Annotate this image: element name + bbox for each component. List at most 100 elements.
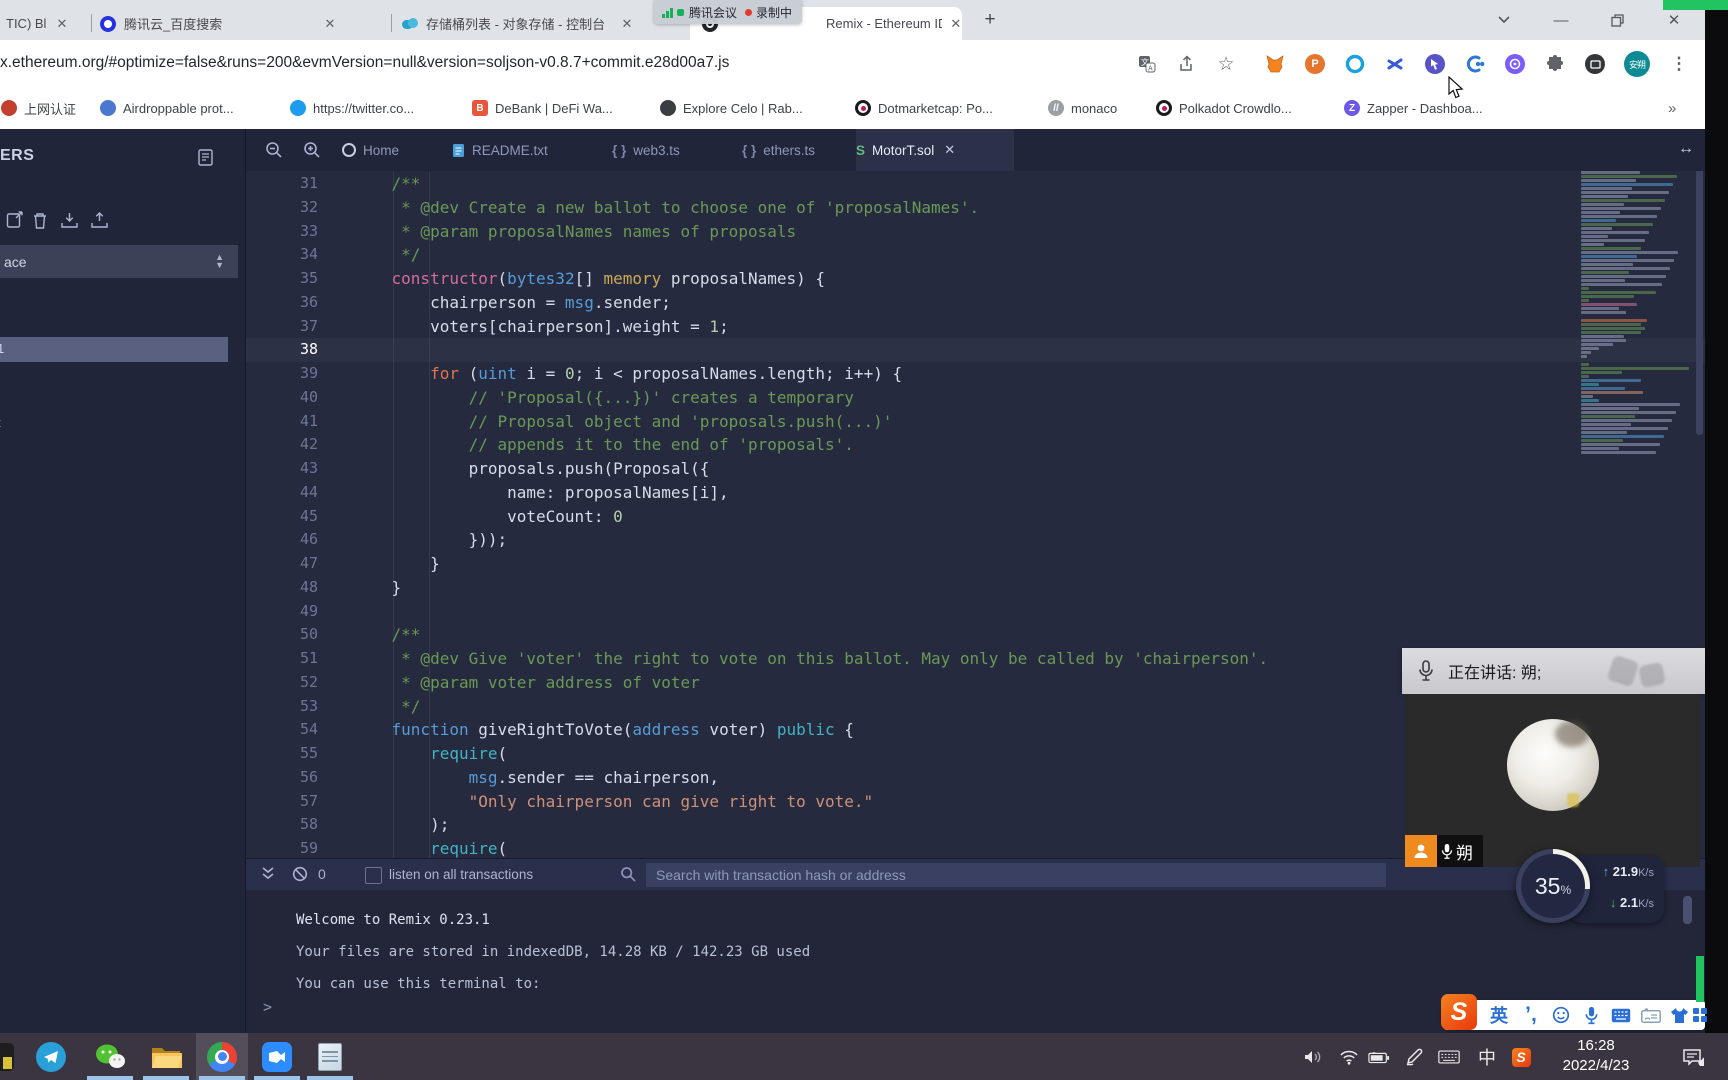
minimap-line — [1581, 319, 1647, 322]
code-text: voteCount: 0 — [353, 506, 623, 526]
dark-wallet-extension-icon[interactable] — [1583, 52, 1607, 76]
puzzle-extension-icon[interactable] — [1543, 52, 1567, 76]
taskbar-clock[interactable]: 16:28 2022/4/23 — [1548, 1036, 1644, 1076]
collapse-terminal-icon[interactable] — [261, 866, 279, 884]
memory-usage-gauge[interactable]: 35% — [1516, 849, 1590, 923]
mouse-cursor — [1448, 76, 1465, 100]
taskbar-item-tencent-meeting[interactable] — [251, 1033, 303, 1080]
meeting-recording-pill[interactable]: 腾讯会议 录制中 — [654, 0, 802, 24]
action-center-icon[interactable] — [1682, 1047, 1704, 1067]
tab-close-icon[interactable]: ✕ — [322, 16, 338, 32]
editor-tab-home[interactable]: Home — [342, 129, 422, 171]
editor-tab-ethers-ts[interactable]: { } ethers.ts — [742, 129, 847, 171]
toolbox-grid-icon[interactable] — [1688, 1003, 1712, 1027]
bookmark-item[interactable]: // monaco — [1048, 96, 1117, 120]
profile-avatar[interactable]: 安朔 — [1624, 51, 1650, 77]
wifi-icon[interactable] — [1338, 1047, 1360, 1067]
voice-input-icon[interactable] — [1579, 1003, 1603, 1027]
metamask-extension-icon[interactable] — [1263, 52, 1287, 76]
bookmark-favicon: B — [472, 100, 488, 116]
transaction-search-input[interactable] — [646, 863, 1386, 887]
editor-tab-web3-ts[interactable]: { } web3.ts — [612, 129, 712, 171]
zoom-out-icon[interactable] — [264, 140, 284, 160]
battery-icon[interactable] — [1368, 1047, 1390, 1067]
ime-mode-toggle[interactable]: 英 — [1487, 1003, 1511, 1027]
ime-lang-indicator[interactable]: 中 — [1476, 1047, 1498, 1068]
bookmark-favicon — [290, 100, 306, 116]
purple-circle-extension-icon[interactable] — [1503, 52, 1527, 76]
browser-tab[interactable]: 存储桶列表 - 对象存储 - 控制台 ✕ — [402, 7, 682, 40]
bookmarks-overflow-chevron[interactable]: » — [1668, 96, 1676, 120]
minimap-line — [1581, 211, 1620, 214]
minimap-line — [1581, 183, 1673, 186]
soft-keyboard-icon[interactable] — [1609, 1003, 1633, 1027]
explorer-header: ERS — [0, 147, 35, 164]
editor-tab-readme-txt[interactable]: README.txt — [452, 129, 582, 171]
webcam-video-panel[interactable]: 朔 — [1405, 694, 1700, 867]
editor-tab-close-icon[interactable]: ✕ — [944, 142, 955, 158]
meeting-speaking-bar[interactable]: 正在讲话: 朔; — [1402, 648, 1705, 694]
editor-scrollbar-thumb[interactable] — [1696, 171, 1703, 435]
blue-x-extension-icon[interactable] — [1383, 52, 1407, 76]
bookmark-item[interactable]: Dotmarketcap: Po... — [855, 96, 993, 120]
bookmark-item[interactable]: https://twitter.co... — [290, 96, 414, 120]
id-card-icon[interactable] — [1639, 1003, 1663, 1027]
tab-close-icon[interactable]: ✕ — [619, 16, 635, 32]
delete-icon[interactable] — [31, 211, 51, 231]
window-minimize-button[interactable]: — — [1546, 6, 1576, 34]
address-input[interactable]: x.ethereum.org/#optimize=false&runs=200&… — [0, 54, 729, 72]
tree-item-fragment[interactable]: t — [0, 415, 1, 430]
editor-tab-motort-sol[interactable]: S MotorT.sol ✕ — [856, 129, 1014, 171]
listen-checkbox[interactable] — [365, 867, 382, 884]
clear-console-icon[interactable] — [292, 866, 310, 884]
opera-ring-extension-icon[interactable] — [1343, 52, 1367, 76]
translate-icon[interactable]: 文A — [1136, 53, 1158, 75]
taskbar-item-wechat[interactable] — [84, 1033, 136, 1080]
code-line: 39 for (uint i = 0; i < proposalNames.le… — [246, 362, 1705, 386]
window-restore-button[interactable] — [1602, 6, 1632, 34]
bookmark-item[interactable]: Airdroppable prot... — [100, 96, 234, 120]
bookmark-item[interactable]: B DeBank | DeFi Wa... — [472, 96, 613, 120]
cursor-purple-extension-icon[interactable] — [1423, 52, 1447, 76]
polkadot-js-extension-icon[interactable]: P — [1303, 52, 1327, 76]
tab-close-icon[interactable]: ✕ — [54, 16, 70, 32]
g-connect-extension-icon[interactable] — [1463, 52, 1487, 76]
download-speed: 2.1 — [1620, 895, 1639, 910]
download-icon[interactable] — [60, 211, 80, 231]
bookmark-label: Dotmarketcap: Po... — [878, 100, 993, 116]
bookmark-item[interactable]: 上网认证 — [1, 96, 76, 120]
tree-item-selected[interactable]: 1 — [0, 337, 228, 362]
browser-tab[interactable]: 腾讯云_百度搜索 ✕ — [100, 7, 385, 40]
punctuation-icon[interactable]: ’, — [1519, 1003, 1543, 1027]
bookmark-star-icon[interactable]: ☆ — [1215, 53, 1237, 75]
workspace-select[interactable]: ace ▲ ▼ — [0, 245, 238, 278]
window-close-button[interactable]: ✕ — [1659, 6, 1689, 34]
workspaces-menu-icon[interactable] — [197, 149, 214, 166]
tab-strip-chevron-icon[interactable] — [1489, 6, 1519, 34]
taskbar-item-telegram[interactable] — [25, 1033, 77, 1080]
bookmark-item[interactable]: Polkadot Crowdlo... — [1156, 96, 1292, 120]
taskbar-item-notepad[interactable] — [304, 1033, 356, 1080]
share-icon[interactable] — [1176, 53, 1198, 75]
expand-panel-icon[interactable]: ↔ — [1678, 140, 1694, 158]
taskbar-item-pinned-cut[interactable] — [0, 1033, 26, 1080]
new-tab-button[interactable]: + — [978, 8, 1002, 32]
minimap[interactable] — [1581, 171, 1695, 467]
bookmark-item[interactable]: Explore Celo | Rab... — [660, 96, 803, 120]
ime-toolbar[interactable]: S 英 ’, — [1441, 994, 1707, 1030]
terminal-scrollbar-thumb[interactable] — [1683, 896, 1692, 924]
volume-icon[interactable] — [1303, 1047, 1325, 1067]
create-file-icon[interactable] — [6, 211, 26, 231]
zoom-in-icon[interactable] — [302, 140, 322, 160]
tab-close-icon[interactable]: ✕ — [950, 16, 962, 32]
sogou-tray-icon[interactable]: S — [1510, 1047, 1532, 1067]
pen-icon[interactable] — [1404, 1047, 1426, 1067]
upload-icon[interactable] — [90, 211, 110, 231]
emoji-icon[interactable] — [1549, 1003, 1573, 1027]
browser-menu-icon[interactable]: ⋮ — [1668, 53, 1690, 75]
taskbar-item-chrome[interactable] — [196, 1033, 248, 1080]
browser-tab[interactable]: TIC) Blo ✕ — [6, 7, 86, 40]
sogou-logo-icon[interactable]: S — [1441, 994, 1477, 1030]
taskbar-item-file-explorer[interactable] — [140, 1033, 192, 1080]
touch-keyboard-icon[interactable] — [1438, 1047, 1460, 1067]
